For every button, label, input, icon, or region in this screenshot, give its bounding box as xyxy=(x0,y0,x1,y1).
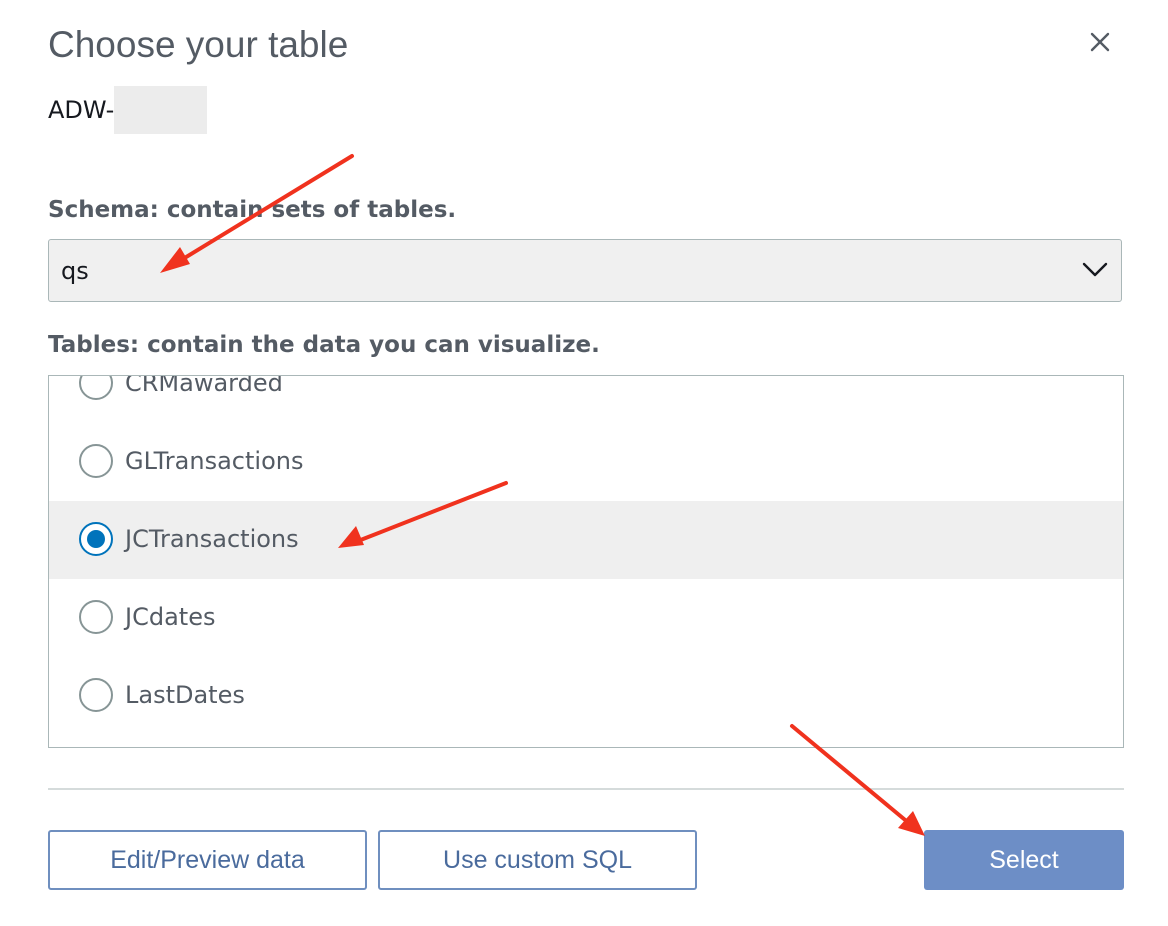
radio-button-selected[interactable] xyxy=(79,522,113,556)
table-row-lastdates[interactable]: LastDates xyxy=(49,657,1123,735)
edit-preview-data-button[interactable]: Edit/Preview data xyxy=(48,830,367,890)
schema-select-value: qs xyxy=(61,257,89,285)
close-icon[interactable] xyxy=(1086,28,1114,56)
datasource-prefix: ADW- xyxy=(48,96,115,124)
schema-label: Schema: contain sets of tables. xyxy=(48,197,457,223)
table-row-crmawarded[interactable]: CRMawarded xyxy=(49,375,1123,423)
radio-button[interactable] xyxy=(79,444,113,478)
radio-button[interactable] xyxy=(79,678,113,712)
table-row-jctransactions[interactable]: JCTransactions xyxy=(49,501,1123,579)
footer-divider xyxy=(48,788,1124,790)
datasource-name: ADW- xyxy=(48,86,208,134)
table-label: JCdates xyxy=(125,603,216,631)
chevron-down-icon xyxy=(1082,262,1108,277)
tables-label: Tables: contain the data you can visuali… xyxy=(48,332,600,358)
table-label: JCTransactions xyxy=(125,525,299,553)
table-label: LastDates xyxy=(125,681,245,709)
table-label: CRMawarded xyxy=(125,375,283,397)
dialog-title: Choose your table xyxy=(48,24,349,65)
select-button[interactable]: Select xyxy=(924,830,1124,890)
redacted-datasource-suffix xyxy=(114,86,208,134)
radio-button[interactable] xyxy=(79,376,113,400)
table-label: GLTransactions xyxy=(125,447,304,475)
table-row-gltransactions[interactable]: GLTransactions xyxy=(49,423,1123,501)
radio-button[interactable] xyxy=(79,600,113,634)
table-row-jcdates[interactable]: JCdates xyxy=(49,579,1123,657)
tables-list[interactable]: CRMawarded GLTransactions JCTransactions… xyxy=(48,375,1124,748)
use-custom-sql-button[interactable]: Use custom SQL xyxy=(378,830,697,890)
schema-select[interactable]: qs xyxy=(48,239,1122,302)
